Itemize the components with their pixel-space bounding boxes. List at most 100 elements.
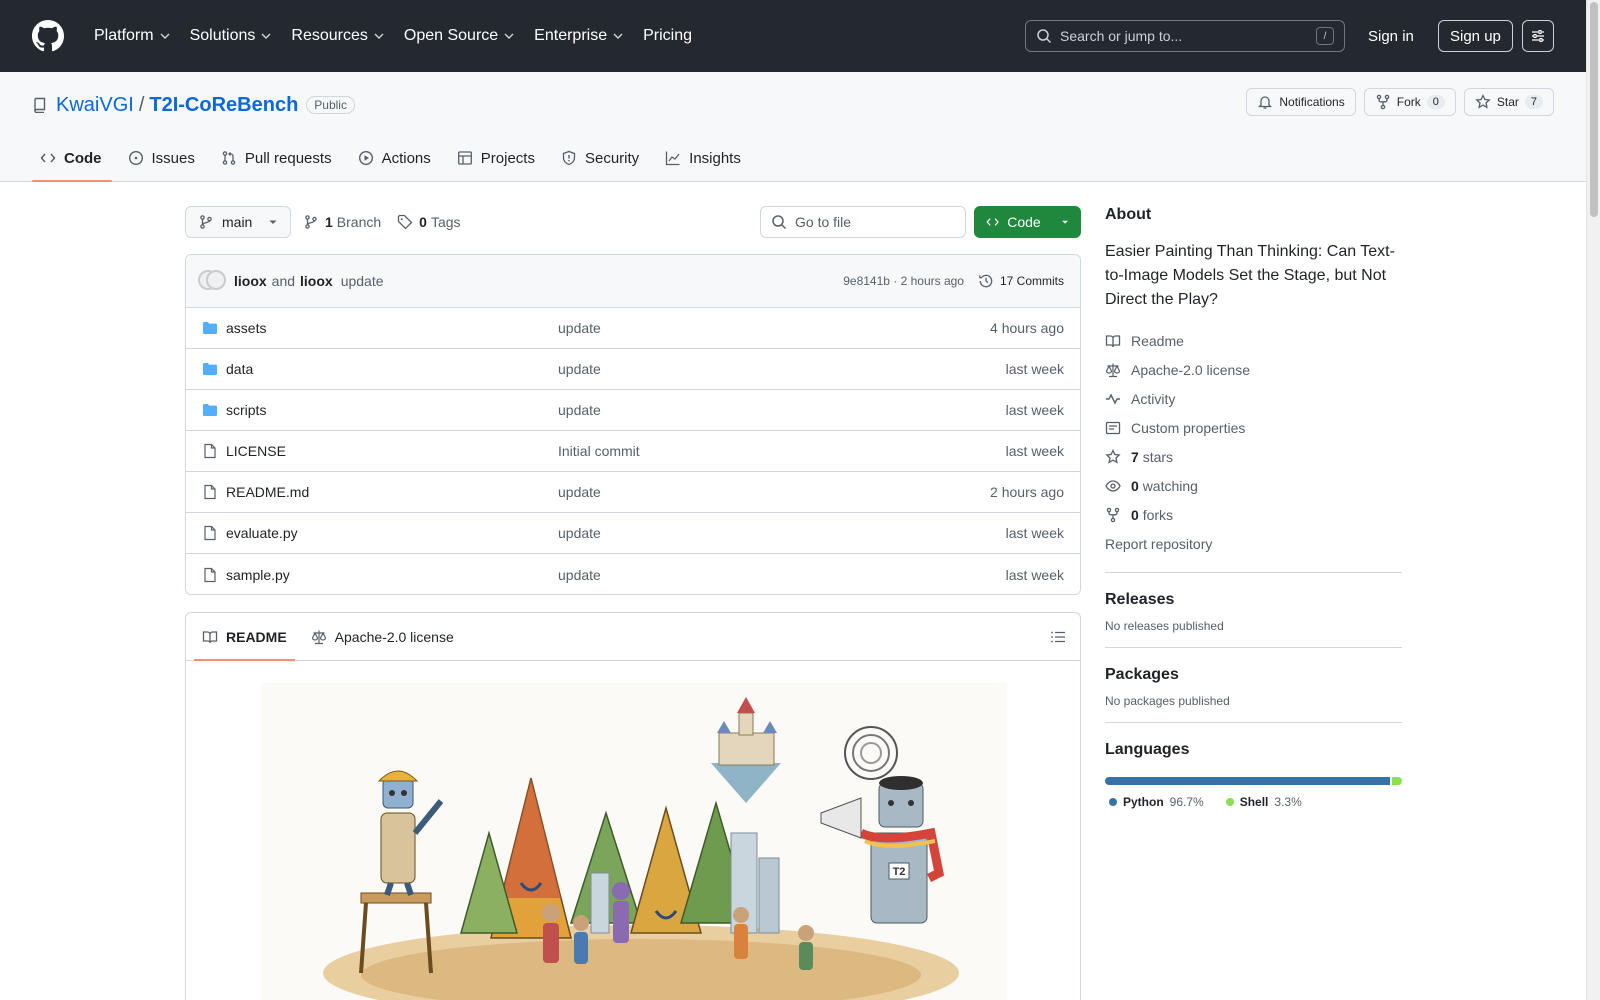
nav-resources[interactable]: Resources <box>283 20 391 52</box>
file-row-scripts[interactable]: scripts update last week <box>186 390 1080 431</box>
commit-author-link[interactable]: lioox <box>300 273 333 289</box>
tab-pull-requests[interactable]: Pull requests <box>213 138 342 182</box>
about-link-stars[interactable]: 7 stars <box>1105 442 1402 471</box>
language-item-python[interactable]: Python 96.7% <box>1109 795 1204 809</box>
commits-history-link[interactable]: 17 Commits <box>978 273 1064 289</box>
global-header: Platform Solutions Resources Open Source… <box>0 0 1586 72</box>
file-row-data[interactable]: data update last week <box>186 349 1080 390</box>
releases-heading[interactable]: Releases <box>1105 591 1402 609</box>
nav-enterprise[interactable]: Enterprise <box>526 20 631 52</box>
global-search-input[interactable]: Search or jump to... / <box>1025 20 1345 52</box>
repo-owner-link[interactable]: KwaiVGI <box>56 94 134 117</box>
folder-icon <box>203 322 217 334</box>
file-commit-message-link[interactable]: update <box>558 525 1006 541</box>
fork-button[interactable]: Fork 0 <box>1363 88 1456 116</box>
tab-issues[interactable]: Issues <box>120 138 205 182</box>
file-commit-message-link[interactable]: update <box>558 402 1006 418</box>
about-link-activity[interactable]: Activity <box>1105 384 1402 413</box>
about-link-apache-2-0-license[interactable]: Apache-2.0 license <box>1105 355 1402 384</box>
github-logo-icon[interactable] <box>32 20 64 52</box>
branches-link[interactable]: 1 Branch <box>325 214 381 230</box>
about-link-count: 0 <box>1131 506 1139 523</box>
commit-message-link[interactable]: update <box>341 273 384 289</box>
graph-icon <box>666 151 680 166</box>
fork-label: Fork <box>1396 95 1421 109</box>
code-dropdown-button[interactable]: Code <box>974 206 1081 238</box>
caret-down-icon <box>1061 220 1068 224</box>
file-icon <box>204 525 216 541</box>
file-commit-message-link[interactable]: Initial commit <box>558 443 1006 459</box>
nav-pricing[interactable]: Pricing <box>635 20 700 52</box>
branch-selector[interactable]: main <box>185 206 292 238</box>
robot-badge-label: T2 <box>893 866 906 878</box>
packages-heading[interactable]: Packages <box>1105 666 1402 684</box>
nav-platform[interactable]: Platform <box>86 20 178 52</box>
file-list: lioox and lioox update 9e8141b · 2 hours… <box>185 254 1081 595</box>
about-link-label: stars <box>1142 448 1174 465</box>
language-percent: 96.7% <box>1169 795 1204 809</box>
nav-open-source[interactable]: Open Source <box>396 20 522 52</box>
tab-license[interactable]: Apache-2.0 license <box>303 613 462 661</box>
tag-label: Tags <box>430 214 461 230</box>
report-repository-link[interactable]: Report repository <box>1105 529 1402 558</box>
star-icon <box>1105 448 1121 464</box>
star-button[interactable]: Star 7 <box>1463 88 1554 116</box>
sign-in-link[interactable]: Sign in <box>1360 20 1422 52</box>
file-name-link[interactable]: sample.py <box>226 567 558 583</box>
fork-icon <box>1376 94 1389 110</box>
commit-author-link[interactable]: lioox <box>234 273 267 289</box>
tags-link[interactable]: 0 Tags <box>419 214 460 230</box>
about-link-forks[interactable]: 0 forks <box>1105 500 1402 529</box>
tab-projects[interactable]: Projects <box>449 138 545 182</box>
sign-up-button[interactable]: Sign up <box>1438 20 1513 52</box>
tag-count: 0 <box>419 214 427 230</box>
tab-actions[interactable]: Actions <box>350 138 441 182</box>
divider <box>1105 572 1402 573</box>
git-branch-icon <box>200 215 212 229</box>
file-name-link[interactable]: evaluate.py <box>226 525 558 541</box>
file-commit-message-link[interactable]: update <box>558 567 1006 583</box>
about-link-count: 7 <box>1131 448 1139 465</box>
tab-readme[interactable]: README <box>194 613 295 661</box>
issue-icon <box>128 150 143 166</box>
about-link-readme[interactable]: Readme <box>1105 326 1402 355</box>
go-to-file-placeholder: Go to file <box>795 214 852 230</box>
file-row-sample-py[interactable]: sample.py update last week <box>186 554 1080 594</box>
file-name-link[interactable]: README.md <box>226 484 558 500</box>
go-to-file-input[interactable]: Go to file <box>760 206 966 238</box>
language-item-shell[interactable]: Shell 3.3% <box>1225 795 1302 809</box>
scrollbar-thumb[interactable] <box>1590 2 1598 217</box>
file-name-link[interactable]: data <box>226 361 558 377</box>
file-row-readme-md[interactable]: README.md update 2 hours ago <box>186 472 1080 513</box>
code-icon <box>40 153 56 163</box>
file-row-evaluate-py[interactable]: evaluate.py update last week <box>186 513 1080 554</box>
file-commit-message-link[interactable]: update <box>558 361 1006 377</box>
tab-code[interactable]: Code <box>32 138 112 182</box>
file-name-link[interactable]: scripts <box>226 402 558 418</box>
tab-security[interactable]: Security <box>553 138 649 182</box>
page-scrollbar[interactable] <box>1586 0 1600 1000</box>
nav-solutions[interactable]: Solutions <box>182 20 280 52</box>
outline-button[interactable] <box>1050 629 1066 645</box>
about-link-watching[interactable]: 0 watching <box>1105 471 1402 500</box>
file-commit-date: 4 hours ago <box>990 320 1064 336</box>
about-link-custom-properties[interactable]: Custom properties <box>1105 413 1402 442</box>
commit-hash-link[interactable]: 9e8141b · 2 hours ago <box>843 274 964 288</box>
fork-counter: 0 <box>1426 95 1445 109</box>
file-row-license[interactable]: LICENSE Initial commit last week <box>186 431 1080 472</box>
file-name-link[interactable]: LICENSE <box>226 443 558 459</box>
pull-request-icon <box>222 151 236 165</box>
repo-tabs: Code Issues Pull requests Actions Projec… <box>32 138 759 182</box>
file-commit-message-link[interactable]: update <box>558 484 990 500</box>
about-link-count: 0 <box>1131 477 1139 494</box>
tab-insights[interactable]: Insights <box>657 138 751 182</box>
language-bar <box>1105 777 1402 785</box>
file-name-link[interactable]: assets <box>226 320 558 336</box>
file-commit-message-link[interactable]: update <box>558 320 990 336</box>
notifications-button[interactable]: Notifications <box>1246 88 1356 116</box>
releases-empty-text: No releases published <box>1105 619 1224 633</box>
tab-label: Issues <box>151 149 195 167</box>
repo-name-link[interactable]: T2I-CoReBench <box>149 94 298 117</box>
appearance-settings-button[interactable] <box>1522 20 1554 52</box>
file-row-assets[interactable]: assets update 4 hours ago <box>186 308 1080 349</box>
